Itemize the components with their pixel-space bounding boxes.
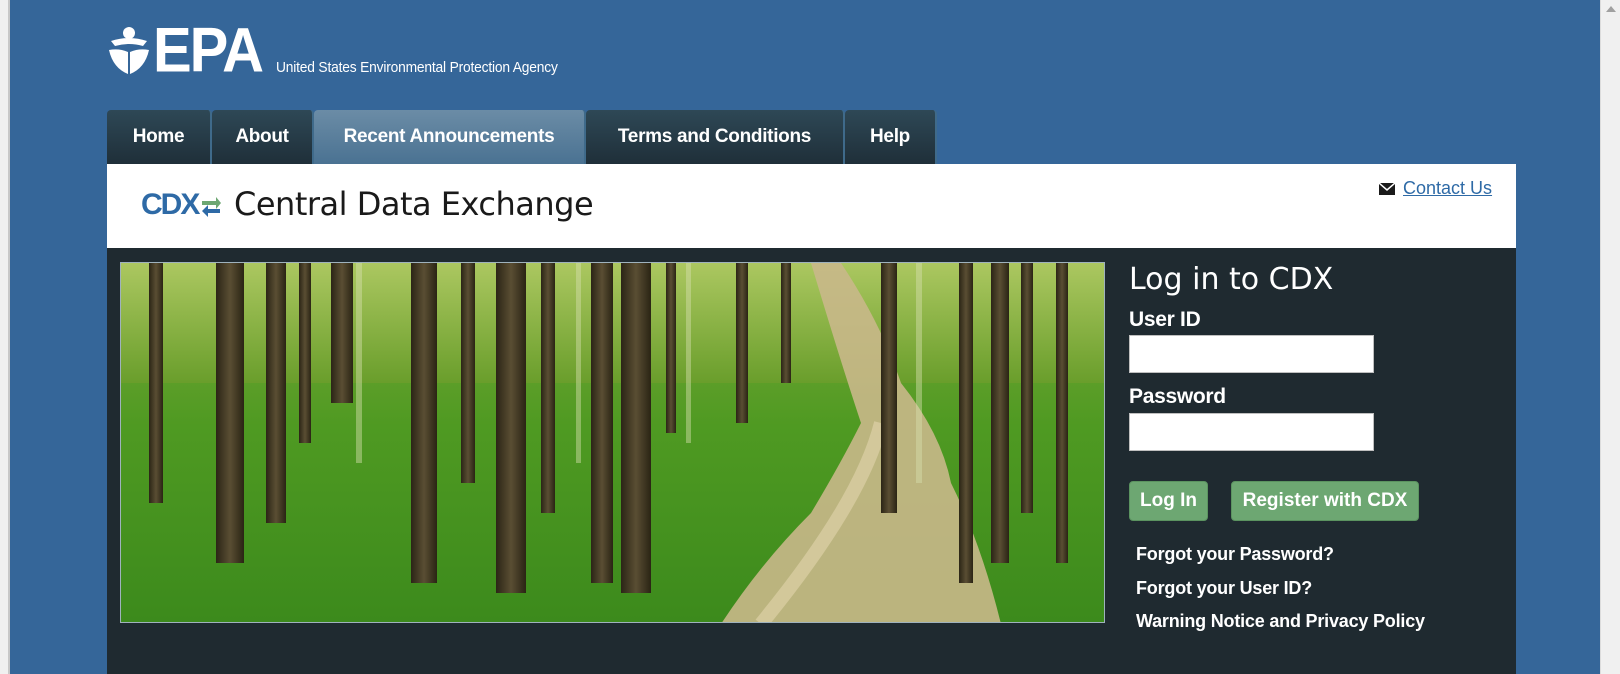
scroll-up-icon[interactable] [1606,6,1616,12]
agency-name: United States Environmental Protection A… [275,59,558,76]
register-button[interactable]: Register with CDX [1231,481,1419,521]
log-in-button[interactable]: Log In [1129,481,1208,521]
forest-path-image [121,263,1104,622]
vertical-scrollbar[interactable] [1600,0,1620,674]
contact-us[interactable]: Contact Us [1379,178,1492,199]
tab-home[interactable]: Home [107,110,212,164]
password-label: Password [1129,385,1226,408]
forgot-password-link[interactable]: Forgot your Password? [1136,544,1334,565]
main-content: Log in to CDX User ID Password Log In Re… [107,248,1516,674]
cdx-logo[interactable]: CDX [141,188,222,222]
cdx-logo-text: CDX [141,188,200,221]
window-left-edge [0,0,12,674]
epa-flower-icon [109,27,149,74]
user-id-field[interactable] [1129,335,1374,373]
epa-logo[interactable]: EPA United States Environmental Protecti… [107,15,582,86]
exchange-arrows-icon [202,197,222,217]
login-title: Log in to CDX [1129,262,1334,297]
user-id-label: User ID [1129,308,1201,331]
envelope-icon [1379,182,1395,195]
hero-image [120,262,1105,623]
cdx-header: CDX Central Data Exchange Contact Us [107,164,1516,248]
tab-terms-and-conditions[interactable]: Terms and Conditions [586,110,845,164]
contact-us-link[interactable]: Contact Us [1403,178,1492,199]
privacy-policy-link[interactable]: Warning Notice and Privacy Policy [1136,611,1425,632]
page-title: Central Data Exchange [234,185,594,223]
tab-recent-announcements[interactable]: Recent Announcements [314,110,586,164]
main-nav: Home About Recent Announcements Terms an… [107,110,937,164]
tab-about[interactable]: About [212,110,314,164]
epa-wordmark: EPA [153,15,264,86]
tab-help[interactable]: Help [845,110,937,164]
password-field[interactable] [1129,413,1374,451]
forgot-user-id-link[interactable]: Forgot your User ID? [1136,578,1312,599]
